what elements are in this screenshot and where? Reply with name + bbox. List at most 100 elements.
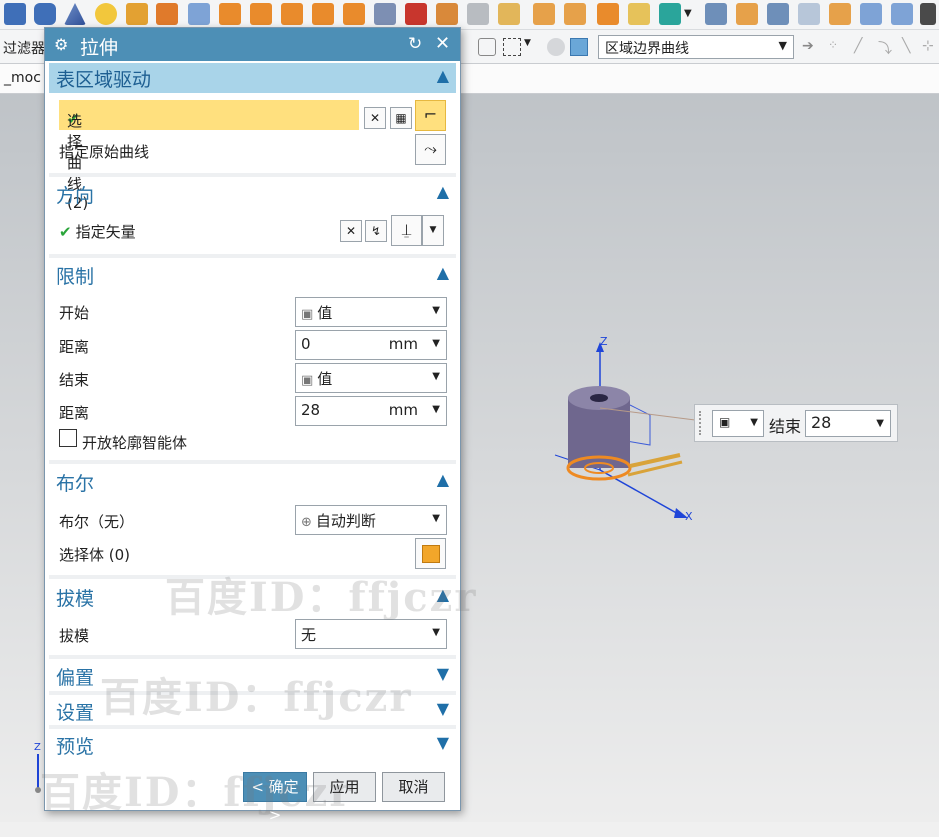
end-type-value: 值 — [317, 370, 333, 388]
dialog-title-bar[interactable]: ⚙ 拉伸 ↻ ✕ — [45, 28, 460, 61]
hole-icon[interactable] — [156, 3, 178, 25]
sketch-icon[interactable]: ▦ — [390, 107, 412, 129]
chevron-up-icon: ▲ — [436, 470, 449, 489]
shell-icon[interactable] — [436, 3, 458, 25]
section-divider — [49, 173, 456, 177]
select-curve-icon[interactable]: ⌐ — [415, 100, 446, 131]
curve-rule-dropdown[interactable]: 区域边界曲线 ▼ — [598, 35, 794, 59]
boolean-dropdown[interactable]: ⊕ 自动判断 ▼ — [295, 505, 447, 535]
draft-dropdown[interactable]: 无 ▼ — [295, 619, 447, 649]
draft-value: 无 — [301, 626, 317, 644]
curve-rule-value: 区域边界曲线 — [605, 41, 689, 57]
cylinder-icon[interactable] — [34, 3, 56, 25]
dialog-title: 拉伸 — [80, 37, 119, 59]
end-type-dropdown[interactable]: ▣ 值 ▼ — [295, 363, 447, 393]
more-icon[interactable] — [920, 3, 936, 25]
block-icon[interactable] — [4, 3, 26, 25]
pattern-icon[interactable] — [564, 3, 586, 25]
tangent-icon[interactable]: ╲ — [902, 38, 920, 56]
section-divider — [49, 254, 456, 258]
curve-rule-icon[interactable]: ✕ — [364, 107, 386, 129]
face-icon[interactable] — [829, 3, 851, 25]
section-divider — [49, 655, 456, 659]
sheet-icon[interactable] — [498, 3, 520, 25]
reset-icon[interactable]: ↻ — [408, 34, 422, 54]
cone-icon[interactable] — [64, 3, 86, 25]
shaded-icon[interactable] — [547, 38, 565, 56]
point-icon[interactable]: ⊹ — [922, 38, 939, 56]
box-icon[interactable] — [891, 3, 913, 25]
line-icon[interactable]: ╱ — [854, 38, 872, 56]
original-curve-icon[interactable]: ⤳ — [415, 134, 446, 165]
thread-icon[interactable] — [374, 3, 396, 25]
start-distance-input[interactable]: 0 mm ▼ — [295, 330, 447, 360]
select-curve-row[interactable]: ✔ 选择曲线 (2) — [59, 100, 359, 212]
end-distance-unit: mm — [388, 401, 418, 419]
drag-handle[interactable] — [699, 411, 705, 435]
solid-cube-icon[interactable] — [570, 38, 588, 56]
end-distance-input[interactable]: 28 ▼ — [805, 410, 891, 437]
pocket-icon[interactable] — [250, 3, 272, 25]
vector-dialog-icon[interactable]: ↯ — [365, 220, 387, 242]
tab-model[interactable]: _moc — [4, 70, 41, 86]
reverse-direction-icon[interactable]: ✕ — [340, 220, 362, 242]
pad-icon[interactable] — [281, 3, 303, 25]
sphere-icon[interactable] — [95, 3, 117, 25]
trim-body-icon[interactable] — [405, 3, 427, 25]
chevron-down-icon[interactable]: ▼ — [524, 38, 534, 56]
close-icon[interactable]: ✕ — [435, 33, 450, 54]
unite-icon[interactable] — [659, 3, 681, 25]
chevron-down-icon[interactable]: ▼ — [684, 3, 696, 25]
x-axis-label: X — [685, 510, 693, 523]
section-preview[interactable]: 预览 ▼ — [49, 730, 456, 760]
start-type-dropdown[interactable]: ▣ 值 ▼ — [295, 297, 447, 327]
end-value-type-dropdown[interactable]: ▣ ▼ — [712, 410, 764, 437]
chevron-down-icon: ▼ — [436, 664, 449, 683]
chevron-down-icon: ▼ — [432, 404, 440, 415]
start-distance-value: 0 — [301, 335, 311, 353]
start-distance-unit: mm — [388, 335, 418, 353]
specify-vector-label: 指定矢量 — [75, 223, 136, 241]
section-direction[interactable]: 方向 ▲ — [49, 179, 456, 209]
patch-icon[interactable] — [798, 3, 820, 25]
section-title: 表区域驱动 — [56, 69, 152, 91]
gear-icon[interactable]: ⚙ — [54, 35, 68, 54]
end-distance-input[interactable]: 28 mm ▼ — [295, 396, 447, 426]
chevron-down-icon[interactable]: ▼ — [422, 215, 444, 246]
boss-icon[interactable] — [219, 3, 241, 25]
section-title: 偏置 — [56, 667, 95, 689]
boolean-value: 自动判断 — [315, 512, 376, 530]
chamfer-icon[interactable] — [467, 3, 489, 25]
vector-type-icon[interactable]: ⍊ — [391, 215, 422, 246]
filter-label: 过滤器 — [3, 41, 45, 57]
array-icon[interactable] — [597, 3, 619, 25]
groove-icon[interactable] — [343, 3, 365, 25]
select-filter-icon[interactable] — [478, 38, 496, 56]
offset-face-icon[interactable] — [533, 3, 555, 25]
curve-icon[interactable]: ⤵ — [878, 38, 896, 57]
model-viewport[interactable]: Z X — [540, 330, 710, 530]
snap-points-icon[interactable]: ⁘ — [828, 38, 846, 56]
status-bar — [0, 822, 939, 837]
inks-icon[interactable] — [188, 3, 210, 25]
cube-icon: ▣ — [719, 415, 731, 429]
unsew-icon[interactable] — [767, 3, 789, 25]
book-icon[interactable] — [126, 3, 148, 25]
mirror-icon[interactable] — [628, 3, 650, 25]
open-profile-label: 开放轮廓智能体 — [82, 434, 188, 452]
section-title: 方向 — [56, 185, 95, 207]
section-boolean[interactable]: 布尔 ▲ — [49, 467, 456, 497]
slot-icon[interactable] — [312, 3, 334, 25]
box-select-icon[interactable] — [503, 38, 521, 56]
section-limits[interactable]: 限制 ▲ — [49, 260, 456, 290]
extract-icon[interactable] — [736, 3, 758, 25]
section-region-drive[interactable]: 表区域驱动 ▲ — [49, 63, 456, 93]
chevron-down-icon: ▼ — [778, 39, 787, 52]
surface-icon[interactable] — [860, 3, 882, 25]
cancel-button[interactable]: 取消 — [382, 772, 445, 802]
open-profile-checkbox[interactable] — [59, 429, 77, 447]
sew-icon[interactable] — [705, 3, 727, 25]
arrow-right-icon[interactable]: ➔ — [802, 38, 820, 56]
select-body-label: 选择体 (0) — [59, 546, 131, 564]
chevron-down-icon: ▼ — [432, 338, 440, 349]
